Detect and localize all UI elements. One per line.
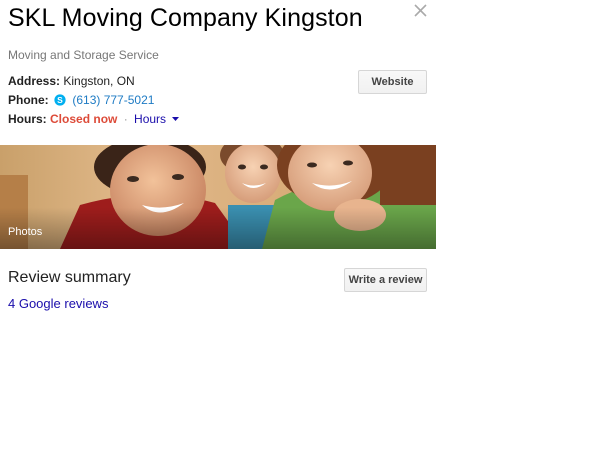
- family-photo: [0, 145, 436, 249]
- business-name: SKL Moving Company Kingston: [8, 4, 363, 32]
- caret-down-icon: [172, 117, 180, 121]
- google-reviews-link[interactable]: 4 Google reviews: [8, 296, 108, 311]
- hours-label: Hours:: [8, 112, 47, 126]
- close-button[interactable]: [412, 2, 430, 20]
- close-icon: [414, 4, 427, 17]
- knowledge-panel: SKL Moving Company Kingston Moving and S…: [0, 0, 614, 460]
- skype-phone-icon[interactable]: S: [54, 94, 66, 109]
- business-category: Moving and Storage Service: [8, 48, 159, 62]
- svg-text:S: S: [57, 95, 63, 105]
- hours-row: Hours: Closed now · Hours: [8, 112, 180, 126]
- hours-link[interactable]: Hours: [134, 112, 166, 126]
- website-button[interactable]: Website: [358, 70, 427, 94]
- photos-label: Photos: [8, 226, 43, 238]
- phone-row: Phone: S (613) 777-5021: [8, 93, 154, 109]
- write-review-button[interactable]: Write a review: [344, 268, 427, 292]
- hours-status: Closed now: [50, 112, 118, 126]
- photos-banner[interactable]: Photos: [0, 145, 436, 249]
- address-label: Address:: [8, 74, 61, 88]
- hours-dropdown[interactable]: Hours: [134, 112, 180, 126]
- review-summary-heading: Review summary: [8, 269, 131, 286]
- phone-label: Phone:: [8, 93, 49, 107]
- address-row: Address: Kingston, ON: [8, 74, 135, 88]
- phone-number-link[interactable]: (613) 777-5021: [72, 93, 154, 107]
- address-value: Kingston, ON: [63, 74, 135, 88]
- hours-separator: ·: [123, 112, 128, 126]
